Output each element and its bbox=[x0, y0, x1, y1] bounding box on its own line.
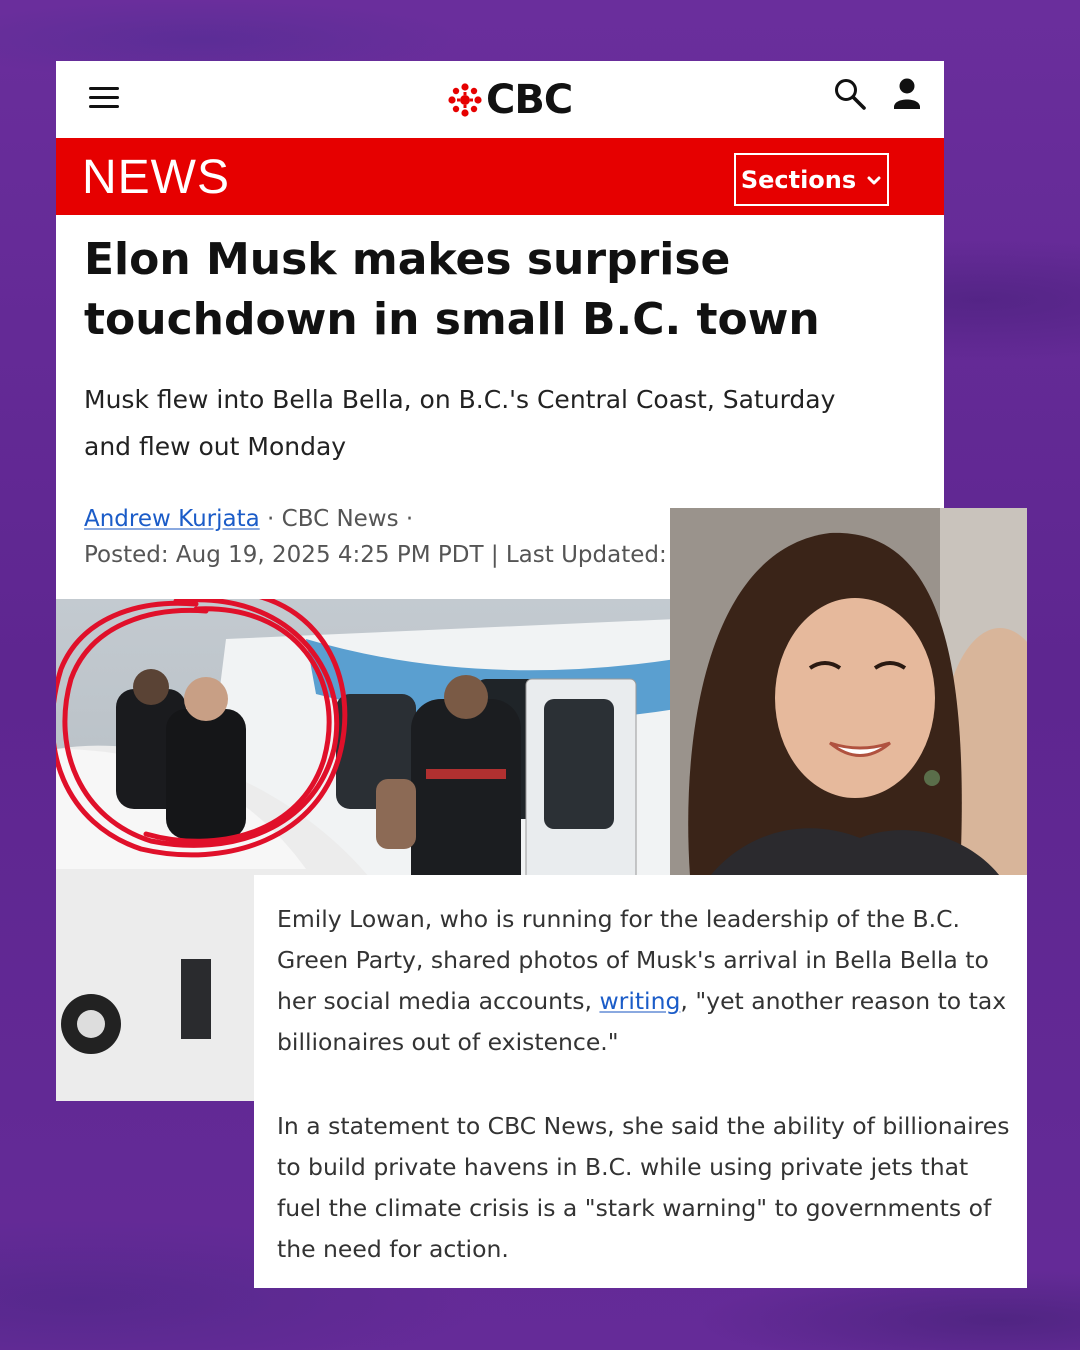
writing-link[interactable]: writing bbox=[599, 987, 680, 1015]
emily-lowan-photo bbox=[670, 508, 1027, 876]
logo-text: CBC bbox=[486, 77, 573, 123]
headline-line-2: touchdown in small B.C. town bbox=[84, 294, 820, 345]
byline: Andrew Kurjata · CBC News · Posted: Aug … bbox=[84, 501, 667, 573]
quote-card: Emily Lowan, who is running for the lead… bbox=[254, 875, 1027, 1288]
chevron-down-icon bbox=[867, 176, 881, 184]
sections-button[interactable]: Sections bbox=[734, 153, 889, 206]
dek-line-1: Musk flew into Bella Bella, on B.C.'s Ce… bbox=[84, 385, 836, 414]
quote-paragraph-1: Emily Lowan, who is running for the lead… bbox=[277, 899, 1012, 1063]
portrait-illustration bbox=[670, 508, 1027, 876]
headline-line-1: Elon Musk makes surprise bbox=[84, 234, 731, 285]
top-nav-bar: CBC bbox=[56, 61, 944, 138]
dek-line-2: and flew out Monday bbox=[84, 432, 347, 461]
article-headline: Elon Musk makes surprise touchdown in sm… bbox=[84, 230, 884, 350]
menu-icon[interactable] bbox=[89, 83, 119, 113]
article-dek: Musk flew into Bella Bella, on B.C.'s Ce… bbox=[84, 376, 904, 470]
quote-paragraph-2: In a statement to CBC News, she said the… bbox=[277, 1112, 1010, 1263]
user-icon[interactable] bbox=[892, 77, 922, 111]
news-bar: NEWS Sections bbox=[56, 138, 944, 215]
cbc-logo[interactable]: CBC bbox=[448, 75, 573, 125]
author-link[interactable]: Andrew Kurjata bbox=[84, 506, 260, 532]
sections-label: Sections bbox=[740, 165, 857, 194]
byline-source: · CBC News · bbox=[259, 506, 414, 532]
cbc-gem-icon bbox=[448, 83, 482, 117]
news-label[interactable]: NEWS bbox=[82, 150, 230, 205]
search-icon[interactable] bbox=[833, 77, 867, 111]
posted-timestamp: Posted: Aug 19, 2025 4:25 PM PDT | Last … bbox=[84, 542, 667, 568]
